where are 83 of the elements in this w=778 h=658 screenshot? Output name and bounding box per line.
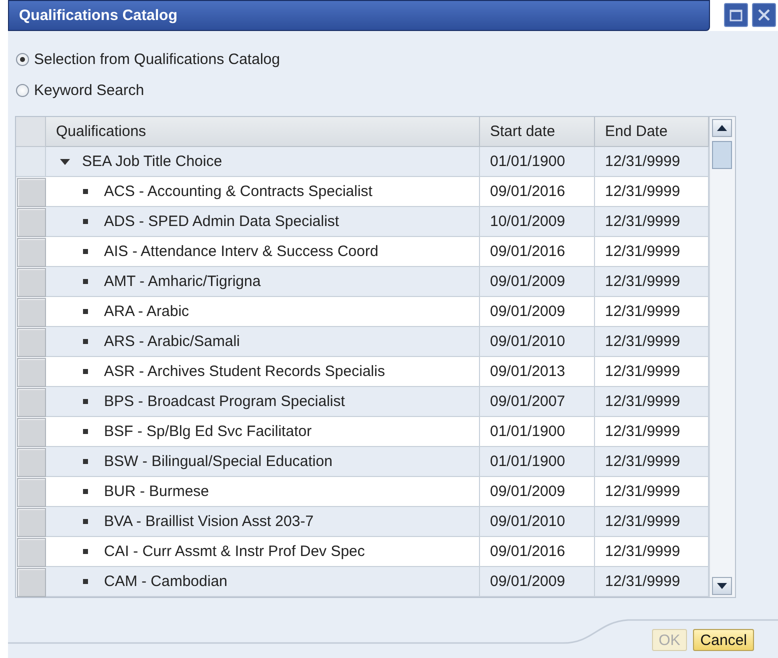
- table-cell: 09/01/2016: [480, 237, 595, 267]
- table-cell: 12/31/9999: [595, 207, 709, 237]
- close-icon: [757, 8, 771, 22]
- bullet-icon: [83, 369, 88, 374]
- caret-up-icon: [716, 124, 728, 132]
- table-cell: 09/01/2007: [480, 387, 595, 417]
- column-header[interactable]: End Date: [595, 117, 709, 147]
- row-selector[interactable]: [17, 478, 46, 507]
- close-button[interactable]: [752, 3, 776, 27]
- dialog-button[interactable]: Cancel: [693, 629, 754, 651]
- scroll-thumb[interactable]: [712, 141, 732, 169]
- tree-item[interactable]: BUR - Burmese: [104, 483, 210, 500]
- tree-item[interactable]: ARA - Arabic: [104, 303, 190, 320]
- table-cell: 09/01/2010: [480, 327, 595, 357]
- row-selector[interactable]: [17, 238, 46, 267]
- row-selector[interactable]: [17, 448, 46, 477]
- radio-button[interactable]: [16, 53, 29, 66]
- table-cell: 09/01/2010: [480, 507, 595, 537]
- row-selector[interactable]: [17, 508, 46, 537]
- row-selector[interactable]: [17, 178, 46, 207]
- row-selector[interactable]: [17, 538, 46, 567]
- bullet-icon: [83, 189, 88, 194]
- row-selector[interactable]: [17, 328, 46, 357]
- maximize-icon: [729, 8, 743, 22]
- row-selector[interactable]: [17, 208, 46, 237]
- scroll-down-button[interactable]: [712, 577, 732, 595]
- tree-item[interactable]: CAM - Cambodian: [104, 573, 228, 590]
- scroll-up-button[interactable]: [712, 119, 732, 137]
- table-cell: 10/01/2009: [480, 207, 595, 237]
- table-cell: 09/01/2009: [480, 477, 595, 507]
- row-selector[interactable]: [17, 268, 46, 297]
- bullet-icon: [83, 219, 88, 224]
- bullet-icon: [83, 279, 88, 284]
- row-selector[interactable]: [17, 568, 46, 597]
- bullet-icon: [83, 339, 88, 344]
- tree-node[interactable]: SEA Job Title Choice: [82, 153, 222, 170]
- table-cell: 01/01/1900: [480, 147, 595, 177]
- bullet-icon: [83, 519, 88, 524]
- table-cell: 12/31/9999: [595, 177, 709, 207]
- table-cell: 09/01/2009: [480, 297, 595, 327]
- table-cell: 12/31/9999: [595, 567, 709, 597]
- table-cell: 12/31/9999: [595, 477, 709, 507]
- row-selector[interactable]: [17, 418, 46, 447]
- bullet-icon: [83, 549, 88, 554]
- row-selector[interactable]: [17, 298, 46, 327]
- column-header[interactable]: Qualifications: [46, 117, 480, 147]
- table-cell: 12/31/9999: [595, 387, 709, 417]
- bullet-icon: [83, 429, 88, 434]
- table-cell: 12/31/9999: [595, 447, 709, 477]
- radio-button[interactable]: [16, 84, 29, 97]
- table-cell: 12/31/9999: [595, 297, 709, 327]
- expand-arrow-icon[interactable]: [60, 158, 70, 164]
- table-cell: 12/31/9999: [595, 267, 709, 297]
- row-selector[interactable]: [17, 388, 46, 417]
- table-cell: 01/01/1900: [480, 447, 595, 477]
- table-cell: 12/31/9999: [595, 537, 709, 567]
- row-selector[interactable]: [17, 358, 46, 387]
- tree-item[interactable]: ARS - Arabic/Samali: [104, 333, 240, 350]
- maximize-button[interactable]: [724, 3, 748, 27]
- bullet-icon: [83, 309, 88, 314]
- table-cell: 12/31/9999: [595, 327, 709, 357]
- bullet-icon: [83, 249, 88, 254]
- bullet-icon: [83, 399, 88, 404]
- table-cell: 12/31/9999: [595, 147, 709, 177]
- table-cell: 09/01/2009: [480, 267, 595, 297]
- table-cell: 09/01/2013: [480, 357, 595, 387]
- bullet-icon: [83, 579, 88, 584]
- table-cell: 09/01/2009: [480, 567, 595, 597]
- bullet-icon: [83, 489, 88, 494]
- table-cell: 12/31/9999: [595, 237, 709, 267]
- radio-label[interactable]: Keyword Search: [34, 82, 144, 99]
- window-title: Qualifications Catalog: [19, 7, 178, 24]
- radio-label[interactable]: Selection from Qualifications Catalog: [34, 51, 280, 68]
- table-cell: 12/31/9999: [595, 417, 709, 447]
- table-cell: 09/01/2016: [480, 177, 595, 207]
- table-cell: 12/31/9999: [595, 507, 709, 537]
- scroll-bar[interactable]: [709, 117, 734, 597]
- table-cell: 12/31/9999: [595, 357, 709, 387]
- table-cell: 01/01/1900: [480, 417, 595, 447]
- bullet-icon: [83, 459, 88, 464]
- column-header[interactable]: Start date: [480, 117, 595, 147]
- table-cell: 09/01/2016: [480, 537, 595, 567]
- caret-down-icon: [716, 582, 728, 590]
